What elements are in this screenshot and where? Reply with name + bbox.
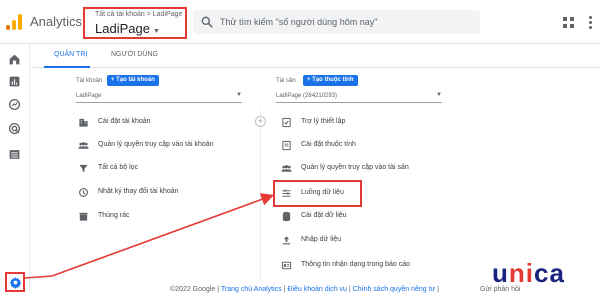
footer-link-home[interactable]: Trang chủ Analytics bbox=[221, 286, 282, 293]
menu-data-streams[interactable]: Luồng dữ liệu bbox=[281, 187, 361, 201]
watermark-part: ca bbox=[534, 258, 565, 288]
menu-reporting-identity[interactable]: Thông tin nhận dạng trong báo cáo bbox=[281, 259, 451, 273]
add-circle-icon[interactable]: + bbox=[255, 116, 266, 127]
property-column-label: Tài sản bbox=[276, 78, 296, 84]
people-icon bbox=[78, 142, 89, 149]
account-dropdown-value: LadiPage bbox=[76, 93, 102, 99]
column-divider bbox=[260, 110, 261, 280]
data-stream-icon bbox=[282, 189, 291, 197]
filter-icon bbox=[79, 164, 88, 173]
people-icon bbox=[281, 165, 292, 172]
apps-grid-icon[interactable] bbox=[563, 17, 575, 29]
menu-account-access[interactable]: Quản lý quyền truy cập vào tài khoản bbox=[78, 139, 248, 153]
active-tab-indicator bbox=[44, 66, 90, 68]
gear-icon bbox=[9, 277, 22, 289]
account-dropdown[interactable]: LadiPage ▼ bbox=[76, 91, 242, 103]
menu-label: Quản lý quyền truy cập vào tài khoản bbox=[98, 141, 214, 148]
menu-label: Cài đặt thuộc tính bbox=[301, 141, 356, 148]
menu-change-history[interactable]: Nhật ký thay đổi tài khoản bbox=[78, 186, 248, 200]
menu-label: Nhập dữ liệu bbox=[301, 236, 342, 243]
reports-icon[interactable] bbox=[8, 75, 21, 88]
create-property-button[interactable]: + Tạo thuộc tính bbox=[303, 75, 358, 86]
left-nav bbox=[0, 44, 30, 293]
account-name: LadiPage bbox=[95, 21, 150, 36]
search-input[interactable] bbox=[220, 14, 470, 30]
property-dropdown-value: LadiPage (264210293) bbox=[276, 93, 338, 99]
app-name: Analytics bbox=[30, 14, 83, 29]
analytics-logo-icon[interactable] bbox=[6, 14, 24, 30]
trash-icon bbox=[79, 212, 88, 221]
account-selector[interactable]: Tất cả tài khoản > LadiPage LadiPage ▼ bbox=[83, 7, 187, 39]
watermark-part: ni bbox=[508, 258, 534, 288]
home-icon[interactable] bbox=[8, 53, 21, 66]
top-bar: Analytics Tất cả tài khoản > LadiPage La… bbox=[0, 0, 600, 44]
footer-copyright: ©2022 Google | bbox=[170, 286, 220, 293]
configure-icon[interactable] bbox=[8, 148, 21, 161]
account-column-label: Tài khoản bbox=[76, 78, 103, 84]
upload-icon bbox=[282, 236, 291, 245]
more-vert-icon[interactable] bbox=[589, 16, 593, 30]
menu-setup-assistant[interactable]: Trợ lý thiết lập bbox=[281, 116, 451, 130]
menu-property-access[interactable]: Quản lý quyền truy cập vào tài sản bbox=[281, 162, 451, 176]
menu-label: Quản lý quyền truy cập vào tài sản bbox=[301, 164, 409, 171]
admin-settings-button[interactable] bbox=[5, 272, 25, 292]
tab-admin[interactable]: QUẢN TRỊ bbox=[54, 51, 87, 58]
footer-link-privacy[interactable]: Chính sách quyền riêng tư bbox=[353, 286, 436, 293]
reporting-identity-icon bbox=[281, 261, 292, 270]
watermark-part: u bbox=[492, 258, 509, 288]
tab-users[interactable]: NGƯỜI DÙNG bbox=[111, 51, 158, 58]
advertising-icon[interactable] bbox=[8, 122, 21, 135]
admin-tabs: QUẢN TRỊ NGƯỜI DÙNG bbox=[31, 44, 600, 68]
unica-watermark: unica bbox=[492, 258, 565, 289]
caret-down-icon: ▼ bbox=[436, 92, 442, 98]
menu-label: Luồng dữ liệu bbox=[301, 189, 344, 196]
menu-property-settings[interactable]: Cài đặt thuộc tính bbox=[281, 139, 451, 153]
footer-link-terms[interactable]: Điều khoản dịch vụ bbox=[287, 286, 347, 293]
menu-all-filters[interactable]: Tất cả bộ lọc bbox=[78, 162, 248, 176]
document-icon bbox=[282, 140, 291, 151]
footer-separator: | bbox=[348, 286, 351, 293]
menu-label: Thùng rác bbox=[98, 212, 130, 219]
menu-account-settings[interactable]: Cài đặt tài khoản bbox=[78, 116, 248, 130]
search-icon bbox=[201, 16, 213, 28]
explore-icon[interactable] bbox=[8, 98, 21, 111]
database-icon bbox=[282, 211, 291, 222]
menu-label: Cài đặt dữ liệu bbox=[301, 212, 347, 219]
search-bar[interactable] bbox=[193, 10, 480, 34]
building-icon bbox=[79, 118, 88, 127]
menu-label: Cài đặt tài khoản bbox=[98, 118, 151, 125]
menu-label: Nhật ký thay đổi tài khoản bbox=[98, 188, 179, 195]
menu-trash[interactable]: Thùng rác bbox=[78, 210, 248, 224]
menu-data-import[interactable]: Nhập dữ liệu bbox=[281, 234, 451, 248]
checklist-icon bbox=[282, 117, 291, 128]
caret-down-icon: ▼ bbox=[236, 92, 242, 98]
menu-label: Trợ lý thiết lập bbox=[301, 118, 346, 125]
footer-separator: | bbox=[437, 286, 439, 293]
menu-label: Tất cả bộ lọc bbox=[98, 164, 139, 171]
footer: ©2022 Google | Trang chủ Analytics | Điề… bbox=[170, 286, 439, 293]
create-account-button[interactable]: + Tạo tài khoản bbox=[107, 75, 159, 86]
caret-down-icon: ▼ bbox=[152, 28, 160, 35]
menu-label: Thông tin nhận dạng trong báo cáo bbox=[301, 261, 410, 268]
footer-separator: | bbox=[283, 286, 286, 293]
history-icon bbox=[79, 188, 88, 197]
account-breadcrumb: Tất cả tài khoản > LadiPage bbox=[95, 11, 183, 18]
menu-data-settings[interactable]: Cài đặt dữ liệu bbox=[281, 210, 451, 224]
property-dropdown[interactable]: LadiPage (264210293) ▼ bbox=[276, 91, 442, 103]
